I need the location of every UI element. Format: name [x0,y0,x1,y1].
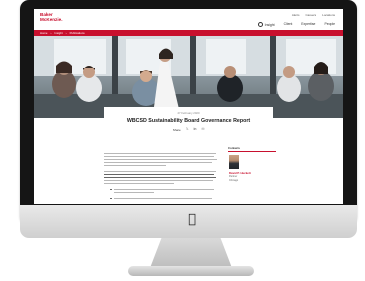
hero-image [34,36,343,118]
twitter-icon[interactable]: 𝕏 [186,127,189,131]
page-title: WBCSD Sustainability Board Governance Re… [126,118,251,124]
apple-logo-icon:  [185,213,199,227]
email-icon[interactable]: ✉ [201,127,204,131]
body-text-line [104,171,216,173]
body-text-line [104,183,174,185]
body-text-line [104,165,166,167]
bullet [110,197,112,200]
body-text-line [104,177,216,179]
breadcrumb-separator: › [50,31,52,35]
share-label: Share [172,128,181,132]
logo[interactable]: Baker McKenzie. [40,12,62,23]
body-text-line [104,153,216,155]
linkedin-icon[interactable]: in [193,127,196,131]
body-text-line [114,192,154,194]
main-nav: Insight Client Expertise People [257,22,335,27]
nav-item-expertise[interactable]: Expertise [301,22,315,27]
body-text-line [104,159,217,161]
screen: Baker McKenzie. Alerts Careers Locations… [34,9,343,204]
article-header: 27 February 2020 WBCSD Sustainability Bo… [104,107,273,145]
body-text-line [104,156,214,158]
breadcrumb-home[interactable]: Home [40,31,47,35]
contact-city: Chicago [229,178,239,182]
breadcrumb-separator: › [65,31,67,35]
contacts-sidebar: Contacts David P. Huckett Partner Chicag… [228,146,276,204]
site-header: Baker McKenzie. Alerts Careers Locations… [34,9,343,36]
util-link-locations[interactable]: Locations [322,13,335,17]
nav-item-client[interactable]: Client [284,22,293,27]
body-text-line [104,174,214,176]
nav-item-people[interactable]: People [324,22,335,27]
avatar[interactable] [229,155,239,169]
share-row: Share 𝕏 in ✉ [104,127,273,132]
body-text-line [114,198,212,200]
article-date: 27 February 2020 [177,111,200,115]
body-text-line [104,162,212,164]
body-text-line [104,180,213,182]
util-link-alerts[interactable]: Alerts [292,13,300,17]
body-text-line [114,189,214,191]
search-icon[interactable] [257,22,263,27]
utility-links: Alerts Careers Locations [292,13,335,17]
divider [228,151,276,152]
util-link-careers[interactable]: Careers [305,13,316,17]
nav-item-label: Insight [264,22,275,27]
bullet [110,188,112,191]
breadcrumb-insight[interactable]: Insight [54,31,62,35]
monitor-stand-base [128,266,254,276]
nav-item-insight[interactable]: Insight [257,22,275,27]
sidebar-title: Contacts [228,146,240,150]
breadcrumb-publications[interactable]: Publications [70,31,85,35]
monitor-stand [150,238,232,268]
